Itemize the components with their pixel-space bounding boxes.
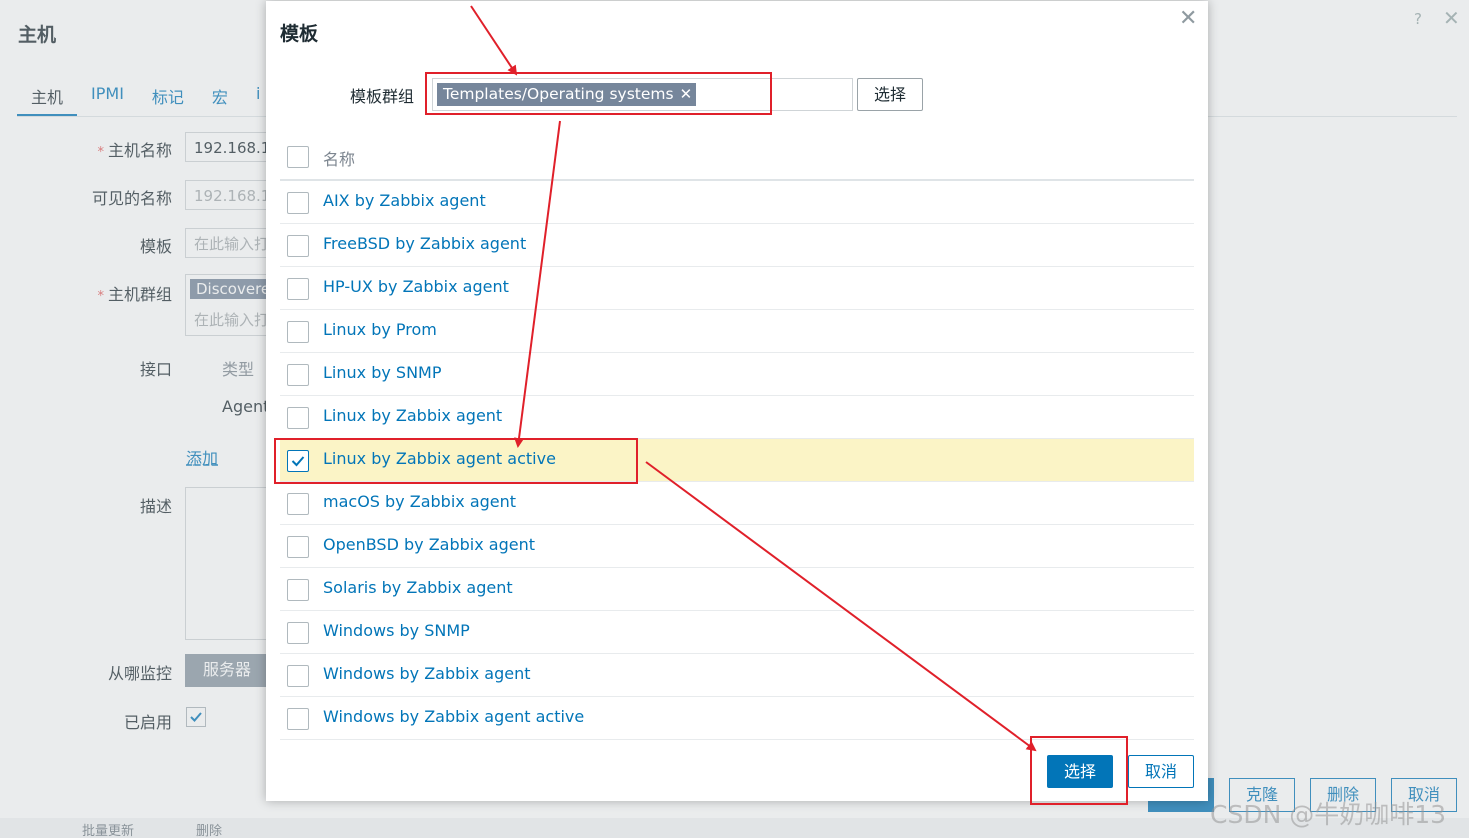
template-list-header: 名称 <box>280 135 1194 181</box>
template-checkbox[interactable] <box>287 235 309 257</box>
check-icon <box>291 456 305 467</box>
dialog-close-icon[interactable]: ✕ <box>1179 6 1197 31</box>
template-checkbox[interactable] <box>287 493 309 515</box>
template-name-link[interactable]: Windows by SNMP <box>323 621 470 640</box>
template-name-link[interactable]: macOS by Zabbix agent <box>323 492 516 511</box>
template-row[interactable]: Windows by SNMP <box>280 611 1194 654</box>
template-checkbox[interactable] <box>287 536 309 558</box>
template-checkbox[interactable] <box>287 364 309 386</box>
template-name-link[interactable]: Linux by Zabbix agent <box>323 406 502 425</box>
template-group-label: 模板群组 <box>350 87 415 106</box>
template-row[interactable]: Solaris by Zabbix agent <box>280 568 1194 611</box>
template-row[interactable]: HP-UX by Zabbix agent <box>280 267 1194 310</box>
template-row[interactable]: Linux by Prom <box>280 310 1194 353</box>
csdn-watermark: CSDN @牛奶咖啡13 <box>1210 800 1447 829</box>
dialog-title: 模板 <box>280 23 319 45</box>
template-rows: AIX by Zabbix agent FreeBSD by Zabbix age… <box>280 181 1194 740</box>
template-row[interactable]: FreeBSD by Zabbix agent <box>280 224 1194 267</box>
template-row[interactable]: Windows by Zabbix agent active <box>280 697 1194 740</box>
template-checkbox[interactable] <box>287 278 309 300</box>
template-name-link[interactable]: FreeBSD by Zabbix agent <box>323 234 526 253</box>
template-name-link[interactable]: OpenBSD by Zabbix agent <box>323 535 535 554</box>
template-checkbox[interactable] <box>287 622 309 644</box>
template-row[interactable]: Linux by Zabbix agent <box>280 396 1194 439</box>
template-name-link[interactable]: Linux by Zabbix agent active <box>323 449 556 468</box>
select-group-button[interactable]: 选择 <box>857 78 923 111</box>
select-all-checkbox[interactable] <box>287 146 309 168</box>
template-group-input[interactable]: Templates/Operating systems ✕ <box>432 78 853 111</box>
template-checkbox[interactable] <box>287 450 309 472</box>
template-name-link[interactable]: Windows by Zabbix agent <box>323 664 531 683</box>
template-row[interactable]: Linux by Zabbix agent active <box>280 439 1194 482</box>
template-name-link[interactable]: Linux by Prom <box>323 320 437 339</box>
template-checkbox[interactable] <box>287 708 309 730</box>
template-row[interactable]: macOS by Zabbix agent <box>280 482 1194 525</box>
cancel-button[interactable]: 取消 <box>1128 755 1194 788</box>
template-checkbox[interactable] <box>287 192 309 214</box>
template-row[interactable]: OpenBSD by Zabbix agent <box>280 525 1194 568</box>
template-name-link[interactable]: Solaris by Zabbix agent <box>323 578 513 597</box>
template-checkbox[interactable] <box>287 321 309 343</box>
template-group-chip: Templates/Operating systems ✕ <box>437 83 697 106</box>
template-select-dialog: 模板 ✕ 模板群组 Templates/Operating systems ✕ … <box>266 1 1208 801</box>
template-checkbox[interactable] <box>287 579 309 601</box>
name-column-header: 名称 <box>323 150 356 169</box>
template-row[interactable]: Windows by Zabbix agent <box>280 654 1194 697</box>
template-row[interactable]: Linux by SNMP <box>280 353 1194 396</box>
template-list: 名称 AIX by Zabbix agent FreeBSD by Zabbix … <box>280 135 1194 740</box>
remove-chip-icon[interactable]: ✕ <box>680 83 693 106</box>
template-checkbox[interactable] <box>287 407 309 429</box>
template-name-link[interactable]: Windows by Zabbix agent active <box>323 707 584 726</box>
template-name-link[interactable]: Linux by SNMP <box>323 363 441 382</box>
template-name-link[interactable]: AIX by Zabbix agent <box>323 191 486 210</box>
template-name-link[interactable]: HP-UX by Zabbix agent <box>323 277 509 296</box>
template-row[interactable]: AIX by Zabbix agent <box>280 181 1194 224</box>
select-button[interactable]: 选择 <box>1047 755 1113 788</box>
template-group-chip-label: Templates/Operating systems <box>443 85 674 103</box>
template-checkbox[interactable] <box>287 665 309 687</box>
